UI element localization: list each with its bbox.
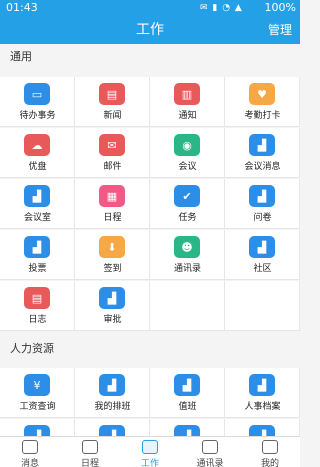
app-tile-label: 审批 bbox=[103, 315, 122, 325]
battery-level: 100% bbox=[264, 1, 296, 14]
app-tile[interactable]: ▦ 日程 bbox=[75, 179, 150, 229]
tab-label: 我的 bbox=[260, 459, 279, 467]
checkin-icon: ⬇ bbox=[99, 236, 125, 258]
tab-label: 通讯录 bbox=[196, 459, 224, 467]
chart-icon: ▟ bbox=[249, 236, 275, 258]
app-tile-label: 签到 bbox=[103, 264, 122, 274]
app-tile-label: 人事档案 bbox=[244, 402, 281, 412]
log-icon: ▤ bbox=[24, 287, 50, 309]
app-tile-label: 工资查询 bbox=[19, 402, 56, 412]
manage-button[interactable]: 管理 bbox=[268, 16, 292, 44]
status-time: 01:43 bbox=[6, 1, 38, 14]
bottom-tab-bar: 消息 日程 工作 通讯录 我的 bbox=[0, 436, 300, 467]
status-bar: 01:43 ✉ ▮ ◔ ▲ 100% bbox=[0, 0, 300, 16]
signal-icons: ✉ ▮ ◔ ▲ bbox=[200, 3, 243, 13]
app-tile-label: 优盘 bbox=[28, 162, 47, 172]
app-tile[interactable]: ▟ 社区 bbox=[225, 230, 300, 280]
app-tile[interactable]: ▟ 值班 bbox=[150, 368, 225, 418]
app-tile[interactable]: ▥ 通知 bbox=[150, 77, 225, 127]
app-tile-label: 邮件 bbox=[103, 162, 122, 172]
app-tile[interactable]: ♥ 考勤打卡 bbox=[225, 77, 300, 127]
chart-icon: ▟ bbox=[249, 374, 275, 396]
section-title-hr: 人力资源 bbox=[0, 336, 300, 362]
app-tile-label: 我的排班 bbox=[94, 402, 131, 412]
app-tile-label: 待办事务 bbox=[19, 111, 56, 121]
app-tile[interactable]: ▟ 我的排班 bbox=[75, 368, 150, 418]
chart-icon: ▟ bbox=[24, 185, 50, 207]
app-tile[interactable]: ▤ 日志 bbox=[0, 281, 75, 331]
tab-schedule[interactable]: 日程 bbox=[60, 437, 120, 467]
app-tile[interactable]: ▟ 审批 bbox=[75, 281, 150, 331]
app-tile-label: 会议室 bbox=[23, 213, 51, 223]
app-tile-label: 投票 bbox=[28, 264, 47, 274]
chart-icon: ▟ bbox=[24, 236, 50, 258]
schedule-icon bbox=[82, 440, 98, 454]
app-tile[interactable]: ▭ 待办事务 bbox=[0, 77, 75, 127]
app-tile[interactable]: ◉ 会议 bbox=[150, 128, 225, 178]
task-icon: ✔ bbox=[174, 185, 200, 207]
empty-tile bbox=[225, 281, 300, 331]
tab-label: 工作 bbox=[140, 459, 159, 467]
app-tile-label: 值班 bbox=[178, 402, 197, 412]
app-tile-label: 日程 bbox=[103, 213, 122, 223]
app-screen: 01:43 ✉ ▮ ◔ ▲ 100% 工作 管理 通用 ▭ 待办事务 ▤ 新闻 ▥ 通知 ♥… bbox=[0, 0, 300, 467]
chart-icon: ▟ bbox=[249, 134, 275, 156]
tab-contacts[interactable]: 通讯录 bbox=[180, 437, 240, 467]
notice-icon: ▥ bbox=[174, 83, 200, 105]
inbox-icon: ▭ bbox=[24, 83, 50, 105]
app-tile[interactable]: ▟ 问卷 bbox=[225, 179, 300, 229]
tab-messages[interactable]: 消息 bbox=[0, 437, 60, 467]
app-header: 工作 管理 bbox=[0, 16, 300, 44]
app-tile-label: 会议 bbox=[178, 162, 197, 172]
app-tile[interactable]: ▤ 新闻 bbox=[75, 77, 150, 127]
app-tile-label: 任务 bbox=[178, 213, 197, 223]
app-tile[interactable]: ✉ 邮件 bbox=[75, 128, 150, 178]
mail-icon: ✉ bbox=[99, 134, 125, 156]
location-icon: ♥ bbox=[249, 83, 275, 105]
salary-icon: ¥ bbox=[24, 374, 50, 396]
cloud-icon: ☁ bbox=[24, 134, 50, 156]
app-tile-label: 日志 bbox=[28, 315, 47, 325]
news-icon: ▤ bbox=[99, 83, 125, 105]
app-tile[interactable]: ✔ 任务 bbox=[150, 179, 225, 229]
meeting-icon: ◉ bbox=[174, 134, 200, 156]
app-tile-label: 考勤打卡 bbox=[244, 111, 281, 121]
chart-icon: ▟ bbox=[99, 374, 125, 396]
app-tile[interactable]: ▟ 会议室 bbox=[0, 179, 75, 229]
app-tile[interactable]: ⬇ 签到 bbox=[75, 230, 150, 280]
app-tile-label: 通知 bbox=[178, 111, 197, 121]
calendar-icon: ▦ bbox=[99, 185, 125, 207]
contacts-icon: ☻ bbox=[174, 236, 200, 258]
app-tile[interactable]: ▟ 人事档案 bbox=[225, 368, 300, 418]
app-tile[interactable]: ☻ 通讯录 bbox=[150, 230, 225, 280]
chart-icon: ▟ bbox=[99, 287, 125, 309]
tab-label: 日程 bbox=[80, 459, 99, 467]
app-tile[interactable]: ▟ 投票 bbox=[0, 230, 75, 280]
app-tile-label: 通讯录 bbox=[173, 264, 201, 274]
contacts-icon bbox=[202, 440, 218, 454]
tab-label: 消息 bbox=[20, 459, 39, 467]
tab-mine[interactable]: 我的 bbox=[240, 437, 300, 467]
app-tile[interactable]: ▟ 会议消息 bbox=[225, 128, 300, 178]
chart-icon: ▟ bbox=[249, 185, 275, 207]
page-title: 工作 bbox=[136, 22, 164, 38]
app-tile[interactable]: ¥ 工资查询 bbox=[0, 368, 75, 418]
section-title-general: 通用 bbox=[0, 44, 300, 70]
work-icon bbox=[142, 440, 158, 454]
chart-icon: ▟ bbox=[174, 374, 200, 396]
app-tile[interactable]: ☁ 优盘 bbox=[0, 128, 75, 178]
app-tile-label: 新闻 bbox=[103, 111, 122, 121]
empty-tile bbox=[150, 281, 225, 331]
app-tile-label: 问卷 bbox=[253, 213, 272, 223]
tab-work[interactable]: 工作 bbox=[120, 437, 180, 467]
mine-icon bbox=[262, 440, 278, 454]
messages-icon bbox=[22, 440, 38, 454]
app-tile-label: 社区 bbox=[253, 264, 272, 274]
app-tile-label: 会议消息 bbox=[244, 162, 281, 172]
